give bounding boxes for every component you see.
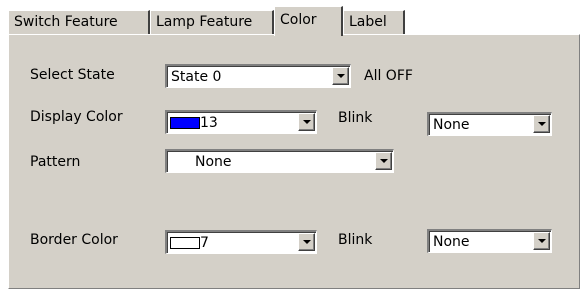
state-status-text: All OFF — [364, 68, 413, 84]
pattern-dropdown-arrow-icon[interactable] — [375, 152, 392, 170]
color-settings-panel: Select State State 0 All OFF Display Col… — [8, 34, 580, 289]
tab-color[interactable]: Color — [274, 6, 343, 36]
select-state-dropdown[interactable]: State 0 — [165, 64, 351, 88]
border-color-dropdown[interactable]: 7 — [165, 230, 317, 254]
display-color-swatch — [170, 117, 200, 129]
display-blink-value: None — [433, 117, 470, 133]
display-blink-dropdown-arrow-icon[interactable] — [533, 115, 550, 133]
display-color-dropdown-arrow-icon[interactable] — [298, 113, 315, 131]
border-color-dropdown-arrow-icon[interactable] — [298, 233, 315, 251]
pattern-dropdown[interactable]: None — [165, 149, 394, 173]
select-state-dropdown-arrow-icon[interactable] — [332, 67, 349, 85]
display-blink-label: Blink — [338, 110, 373, 126]
border-color-value: 7 — [200, 235, 209, 251]
display-color-label: Display Color — [30, 109, 123, 125]
border-color-label: Border Color — [30, 232, 118, 248]
select-state-label: Select State — [30, 67, 115, 83]
tab-lamp-feature[interactable]: Lamp Feature — [150, 10, 274, 34]
border-blink-label: Blink — [338, 232, 373, 248]
display-blink-dropdown[interactable]: None — [427, 112, 552, 136]
tab-label[interactable]: Label — [343, 10, 405, 34]
tab-switch-feature[interactable]: Switch Feature — [8, 10, 150, 34]
border-blink-dropdown-arrow-icon[interactable] — [533, 232, 550, 250]
display-color-value: 13 — [200, 115, 218, 131]
pattern-label: Pattern — [30, 154, 81, 170]
pattern-value: None — [195, 154, 232, 170]
select-state-value: State 0 — [171, 69, 222, 85]
border-blink-dropdown[interactable]: None — [427, 229, 552, 253]
display-color-dropdown[interactable]: 13 — [165, 110, 317, 134]
tab-strip: Switch Feature Lamp Feature Color Label — [8, 6, 581, 36]
border-blink-value: None — [433, 234, 470, 250]
border-color-swatch — [170, 237, 200, 249]
